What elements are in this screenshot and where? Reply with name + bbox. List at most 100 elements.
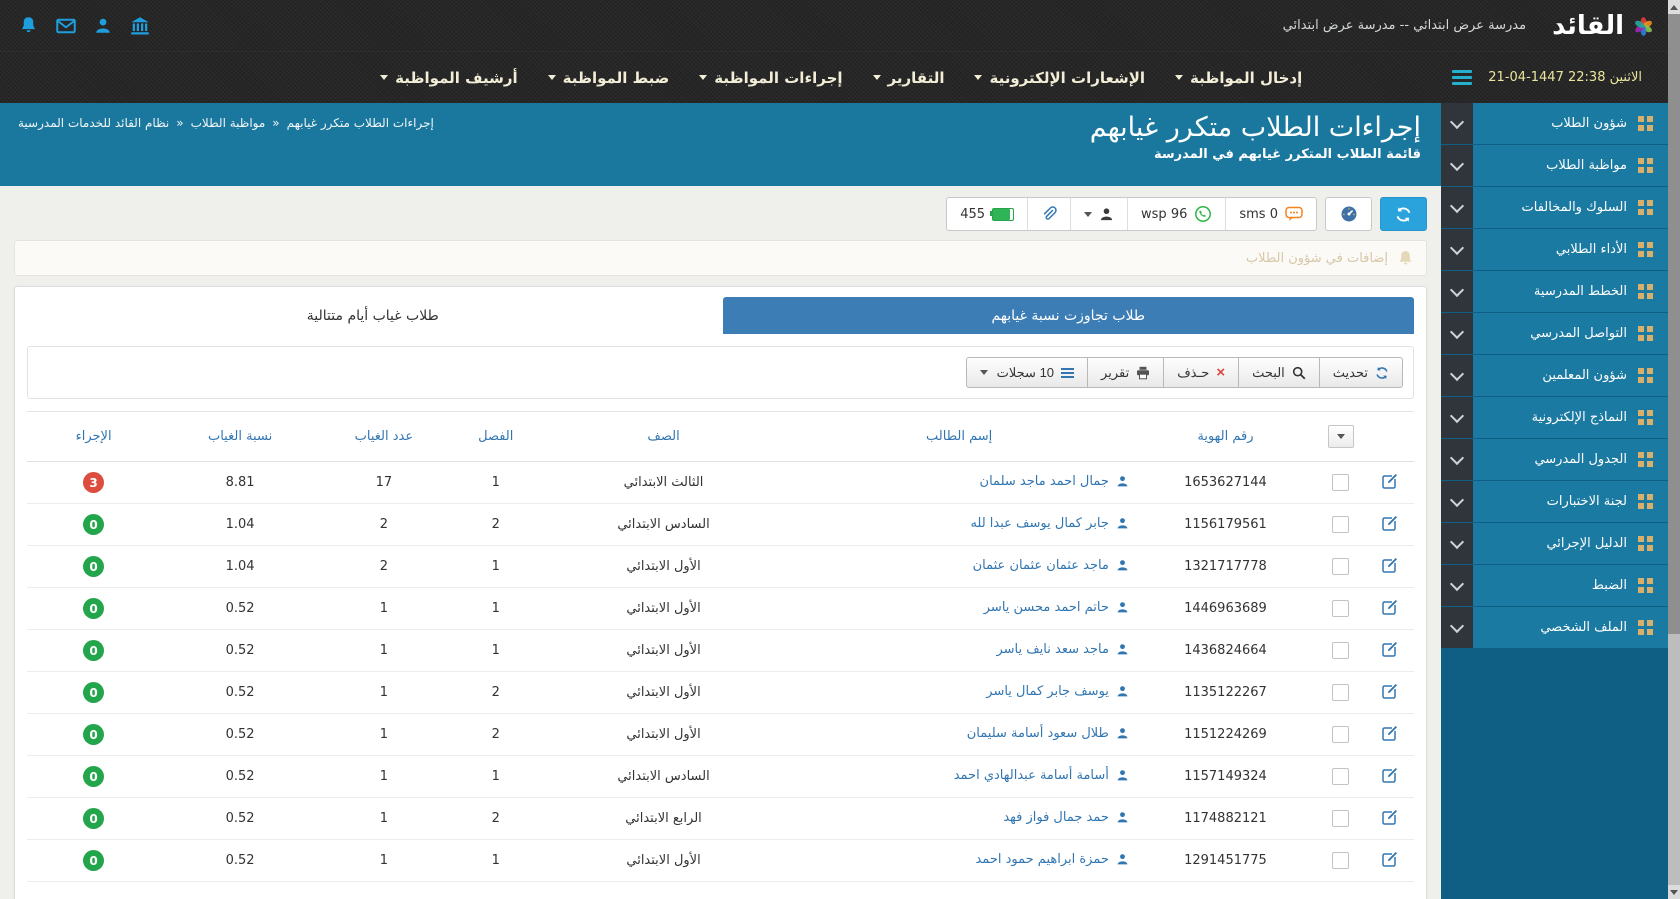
- nav-item-e-notifications[interactable]: الإشعارات الإلكترونية: [974, 69, 1145, 87]
- refresh-button[interactable]: تحديث: [1319, 357, 1403, 388]
- sidebar-item-student-performance[interactable]: الأداء الطلابي: [1441, 229, 1668, 270]
- action-count-badge[interactable]: 0: [83, 682, 104, 703]
- nav-item-reports[interactable]: التقارير: [873, 69, 945, 87]
- row-checkbox[interactable]: [1332, 726, 1349, 743]
- breadcrumb-section[interactable]: مواظبة الطلاب: [191, 116, 266, 130]
- nav-item-attendance-archive[interactable]: أرشيف المواظبة: [380, 69, 517, 87]
- edit-icon[interactable]: [1382, 641, 1398, 657]
- whatsapp-counter-button[interactable]: wsp 96: [1127, 198, 1225, 230]
- cell-class: 2: [448, 504, 544, 546]
- sidebar-item-settings[interactable]: الضبط: [1441, 565, 1668, 606]
- breadcrumb-root[interactable]: نظام القائد للخدمات المدرسية: [18, 116, 169, 130]
- student-name-link[interactable]: ماجد عثمان عثمان عثمان: [973, 558, 1129, 573]
- action-count-badge[interactable]: 0: [83, 724, 104, 745]
- row-checkbox[interactable]: [1332, 516, 1349, 533]
- page-scrollbar[interactable]: [1668, 0, 1680, 899]
- sidebar-item-student-attendance[interactable]: مواظبة الطلاب: [1441, 145, 1668, 186]
- student-name-link[interactable]: حمزة ابراهيم حمود احمد: [975, 852, 1128, 867]
- refresh-sync-button[interactable]: [1380, 197, 1427, 231]
- bell-icon[interactable]: [18, 15, 39, 36]
- student-name-link[interactable]: جمال احمد ماجد سلمان: [980, 474, 1129, 489]
- recipient-select-button[interactable]: [1070, 198, 1127, 230]
- dashboard-gauge-button[interactable]: [1325, 197, 1372, 231]
- delete-button[interactable]: × حـذف: [1163, 357, 1239, 388]
- edit-icon[interactable]: [1382, 599, 1398, 615]
- action-count-badge[interactable]: 0: [83, 808, 104, 829]
- attachment-button[interactable]: [1027, 198, 1070, 230]
- student-name-link[interactable]: حمد جمال فواز فهد: [1003, 810, 1129, 825]
- edit-icon[interactable]: [1382, 515, 1398, 531]
- top-bar: القائد مدرسة عرض ابتدائي -- مدرسة عرض اب…: [0, 0, 1668, 51]
- sidebar-item-procedural-guide[interactable]: الدليل الإجرائي: [1441, 523, 1668, 564]
- scrollbar-thumb[interactable]: [1668, 14, 1680, 634]
- row-checkbox[interactable]: [1332, 642, 1349, 659]
- action-count-badge[interactable]: 3: [83, 472, 104, 493]
- table-row: 1436824664 ماجد سعد نايف ياسر الأول الاب…: [27, 630, 1414, 672]
- row-checkbox[interactable]: [1332, 810, 1349, 827]
- table-header-row: رقم الهوية إسم الطالب الصف الفصل عدد الغ…: [27, 412, 1414, 462]
- row-checkbox[interactable]: [1332, 768, 1349, 785]
- table-row: 1446963689 حاتم احمد محسن ياسر الأول الا…: [27, 588, 1414, 630]
- edit-icon[interactable]: [1382, 809, 1398, 825]
- student-name-link[interactable]: ماجد سعد نايف ياسر: [996, 642, 1128, 657]
- report-button[interactable]: تقرير: [1087, 357, 1164, 388]
- cell-class: 1: [448, 840, 544, 882]
- edit-icon[interactable]: [1382, 725, 1398, 741]
- action-count-badge[interactable]: 0: [83, 598, 104, 619]
- student-name-link[interactable]: يوسف جابر كمال ياسر: [986, 684, 1129, 699]
- cell-grade: الأول الابتدائي: [544, 714, 784, 756]
- user-icon[interactable]: [92, 15, 113, 36]
- sidebar-item-student-affairs[interactable]: شؤون الطلاب: [1441, 103, 1668, 144]
- grid-icon: [1638, 452, 1653, 467]
- sidebar-item-school-communication[interactable]: التواصل المدرسي: [1441, 313, 1668, 354]
- select-all-dropdown[interactable]: [1328, 425, 1354, 448]
- nav-item-attendance-settings[interactable]: ضبط المواظبة: [548, 69, 670, 87]
- balance-counter-button[interactable]: 455: [947, 198, 1027, 230]
- row-checkbox[interactable]: [1332, 474, 1349, 491]
- row-checkbox[interactable]: [1332, 684, 1349, 701]
- mail-icon[interactable]: [55, 15, 76, 36]
- cell-grade: الأول الابتدائي: [544, 588, 784, 630]
- action-count-badge[interactable]: 0: [83, 514, 104, 535]
- sidebar-item-behavior[interactable]: السلوك والمخالفات: [1441, 187, 1668, 228]
- edit-icon[interactable]: [1382, 473, 1398, 489]
- sidebar-item-profile[interactable]: الملف الشخصي: [1441, 607, 1668, 648]
- nav-item-attendance-entry[interactable]: إدخال المواظبة: [1175, 69, 1302, 87]
- school-bank-icon[interactable]: [129, 15, 150, 36]
- brand-area[interactable]: القائد: [1552, 13, 1654, 39]
- scroll-up-button[interactable]: [1668, 0, 1680, 14]
- edit-icon[interactable]: [1382, 767, 1398, 783]
- scroll-down-button[interactable]: [1668, 885, 1680, 899]
- row-checkbox[interactable]: [1332, 558, 1349, 575]
- student-name-link[interactable]: حاتم احمد محسن ياسر: [984, 600, 1129, 615]
- tab-consecutive-absence-days[interactable]: طلاب غياب أيام متتالية: [27, 297, 719, 334]
- sms-counter-button[interactable]: sms 0: [1225, 198, 1316, 230]
- person-icon: [1116, 853, 1129, 866]
- records-per-page-dropdown[interactable]: 10 سجلات: [966, 357, 1088, 388]
- edit-icon[interactable]: [1382, 683, 1398, 699]
- row-checkbox[interactable]: [1332, 852, 1349, 869]
- row-checkbox[interactable]: [1332, 600, 1349, 617]
- sidebar-item-school-schedule[interactable]: الجدول المدرسي: [1441, 439, 1668, 480]
- sidebar-item-exams-committee[interactable]: لجنة الاختبارات: [1441, 481, 1668, 522]
- chevron-down-icon: [1441, 439, 1473, 480]
- action-count-badge[interactable]: 0: [83, 766, 104, 787]
- action-count-badge[interactable]: 0: [83, 556, 104, 577]
- edit-icon[interactable]: [1382, 851, 1398, 867]
- student-name-link[interactable]: طلال سعود أسامة سليمان: [967, 726, 1129, 741]
- sidebar-item-school-plans[interactable]: الخطط المدرسية: [1441, 271, 1668, 312]
- grid-icon: [1638, 116, 1653, 131]
- hamburger-menu-icon[interactable]: [1452, 67, 1472, 88]
- breadcrumb: نظام القائد للخدمات المدرسية » مواظبة ال…: [18, 116, 434, 130]
- search-button[interactable]: البحث: [1238, 357, 1320, 388]
- student-name-link[interactable]: أسامة أسامة عبدالهادي احمد: [954, 768, 1129, 783]
- sidebar-item-e-forms[interactable]: النماذج الإلكترونية: [1441, 397, 1668, 438]
- sidebar-item-teacher-affairs[interactable]: شؤون المعلمين: [1441, 355, 1668, 396]
- action-count-badge[interactable]: 0: [83, 850, 104, 871]
- nav-item-attendance-actions[interactable]: إجراءات المواظبة: [699, 69, 842, 87]
- student-name-link[interactable]: جابر كمال يوسف عبدا لله: [970, 516, 1128, 531]
- action-count-badge[interactable]: 0: [83, 640, 104, 661]
- tab-absence-rate-exceeded[interactable]: طلاب تجاوزت نسبة غيابهم: [723, 297, 1415, 334]
- cell-grade: الأول الابتدائي: [544, 630, 784, 672]
- edit-icon[interactable]: [1382, 557, 1398, 573]
